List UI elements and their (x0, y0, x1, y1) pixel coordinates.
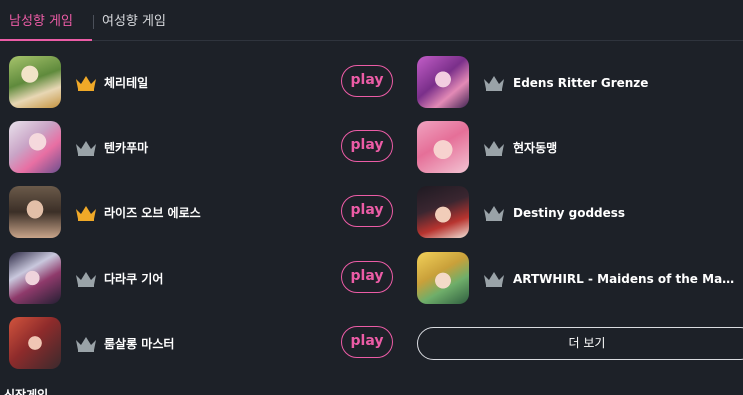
game-thumbnail[interactable] (417, 121, 469, 173)
game-thumbnail[interactable] (9, 186, 61, 238)
game-row-7: 현자동맹 (417, 121, 743, 175)
game-title[interactable]: ARTWHIRL - Maidens of the Magic Academy (513, 271, 741, 287)
crown-silver-icon (483, 205, 505, 221)
crown-gold-icon (75, 205, 97, 221)
play-button[interactable]: play (341, 130, 393, 162)
game-thumbnail[interactable] (9, 121, 61, 173)
play-button[interactable]: play (341, 65, 393, 97)
tab-male-games[interactable]: 남성향 게임 (0, 0, 92, 41)
game-row-9: ARTWHIRL - Maidens of the Magic Academy (417, 252, 743, 306)
game-title[interactable]: Edens Ritter Grenze (513, 75, 741, 91)
crown-silver-icon (483, 271, 505, 287)
crown-silver-icon (483, 75, 505, 91)
tab-divider (93, 15, 94, 29)
game-title[interactable]: 텐카푸마 (104, 140, 304, 156)
game-thumbnail[interactable] (9, 317, 61, 369)
game-thumbnail[interactable] (417, 252, 469, 304)
game-thumbnail[interactable] (417, 56, 469, 108)
game-row-2: 텐카푸마 play (0, 121, 400, 175)
game-title[interactable]: 다라쿠 기어 (104, 271, 304, 287)
more-button[interactable]: 더 보기 (417, 327, 743, 360)
game-thumbnail[interactable] (9, 56, 61, 108)
game-row-4: 다라쿠 기어 play (0, 252, 400, 306)
game-row-1: 체리테일 play (0, 56, 400, 110)
play-button[interactable]: play (341, 195, 393, 227)
game-title[interactable]: Destiny goddess (513, 205, 741, 221)
game-thumbnail[interactable] (9, 252, 61, 304)
game-row-3: 라이즈 오브 에로스 play (0, 186, 400, 240)
game-title[interactable]: 룸살롱 마스터 (104, 336, 304, 352)
game-category-tabs: 남성향 게임 여성향 게임 (0, 0, 743, 41)
game-row-6: Edens Ritter Grenze (417, 56, 743, 110)
game-title[interactable]: 현자동맹 (513, 140, 741, 156)
tab-female-games[interactable]: 여성향 게임 (102, 0, 166, 41)
game-title[interactable]: 체리테일 (104, 75, 304, 91)
game-thumbnail[interactable] (417, 186, 469, 238)
crown-silver-icon (75, 336, 97, 352)
play-button[interactable]: play (341, 261, 393, 293)
crown-silver-icon (75, 140, 97, 156)
crown-silver-icon (483, 140, 505, 156)
crown-silver-icon (75, 271, 97, 287)
play-button[interactable]: play (341, 326, 393, 358)
game-row-5: 룸살롱 마스터 play (0, 317, 400, 371)
game-title[interactable]: 라이즈 오브 에로스 (104, 205, 304, 221)
game-row-8: Destiny goddess (417, 186, 743, 240)
crown-gold-icon (75, 75, 97, 91)
new-games-heading: 신작게임 (4, 388, 49, 395)
